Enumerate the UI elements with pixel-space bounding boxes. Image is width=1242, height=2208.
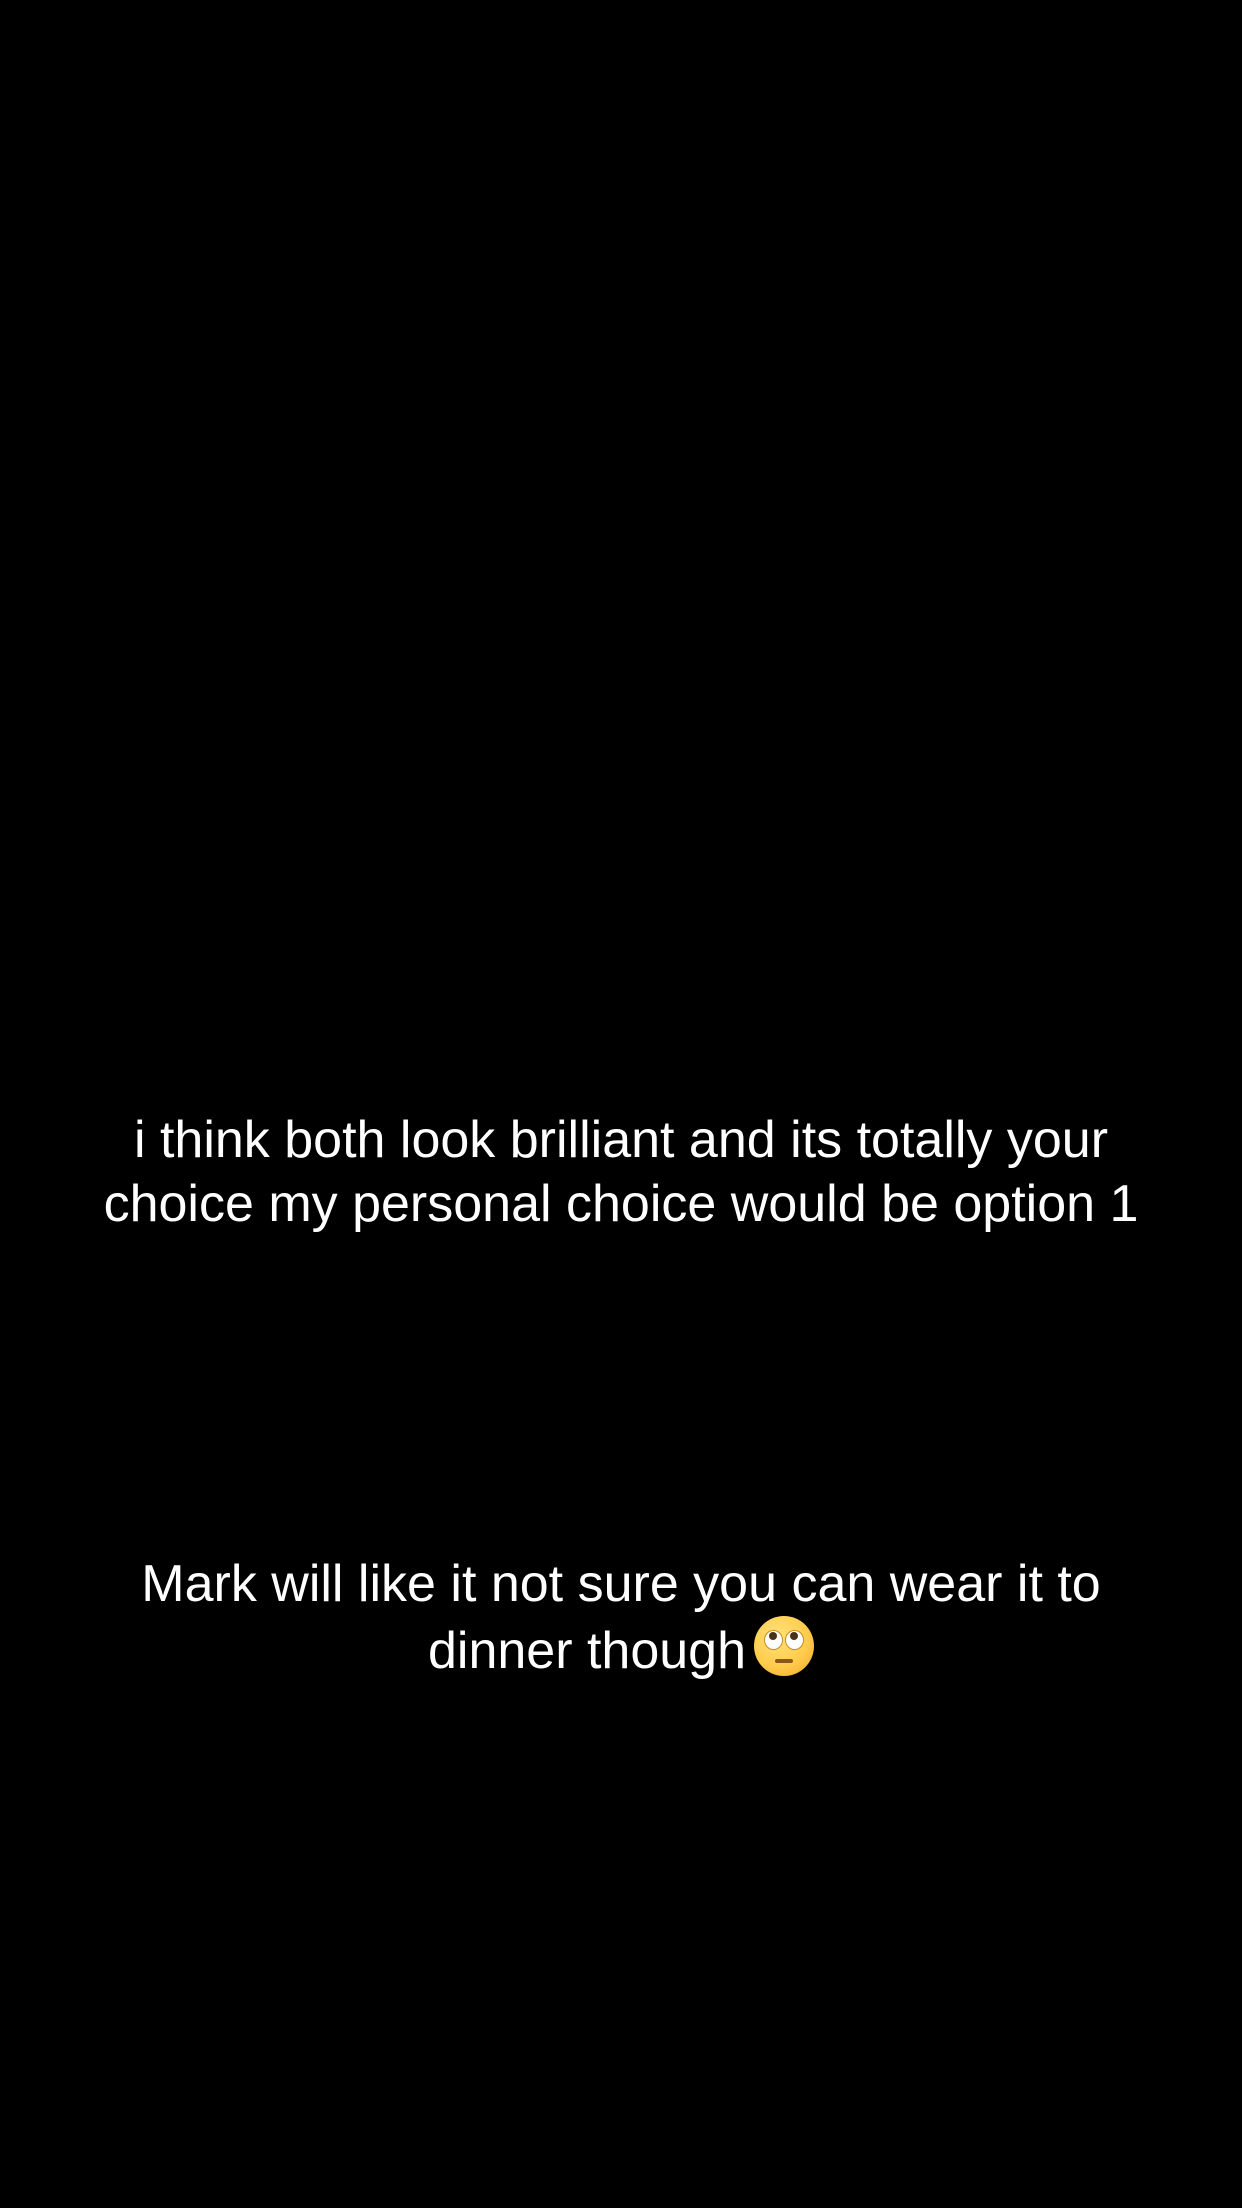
- emoji-mouth: [775, 1659, 794, 1663]
- caption-text-2: Mark will like it not sure you can wear …: [40, 1552, 1202, 1683]
- face-with-rolling-eyes-icon: [754, 1616, 815, 1676]
- emoji-left-eye: [764, 1630, 784, 1650]
- caption-1-text: i think both look brilliant and its tota…: [103, 1111, 1139, 1233]
- caption-text-1: i think both look brilliant and its tota…: [40, 1108, 1202, 1236]
- emoji-right-eye: [785, 1630, 805, 1650]
- story-screen: i think both look brilliant and its tota…: [0, 0, 1242, 2208]
- emoji-right-pupil: [790, 1632, 799, 1640]
- emoji-left-pupil: [769, 1632, 778, 1640]
- caption-2-text: Mark will like it not sure you can wear …: [141, 1555, 1101, 1680]
